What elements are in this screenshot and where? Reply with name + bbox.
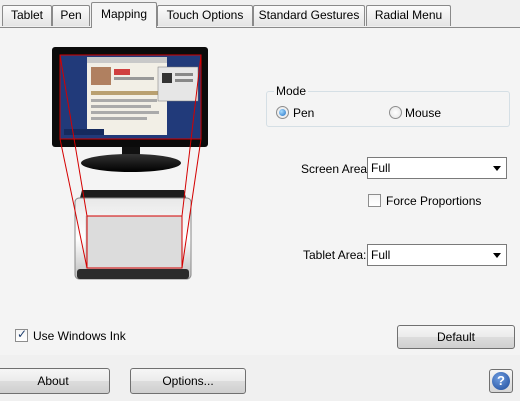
mode-pen-radio[interactable]: [276, 106, 289, 119]
use-windows-ink-label[interactable]: Use Windows Ink: [33, 329, 126, 343]
tablet-icon: [74, 190, 192, 280]
tab-tablet[interactable]: Tablet: [2, 5, 52, 26]
tablet-area-value: Full: [371, 248, 391, 262]
force-proportions-label[interactable]: Force Proportions: [386, 194, 481, 208]
mapping-illustration: [52, 47, 208, 280]
tab-standard-gestures[interactable]: Standard Gestures: [253, 5, 365, 26]
tab-pen[interactable]: Pen: [52, 5, 90, 26]
monitor-icon: [52, 47, 208, 172]
force-proportions-checkbox[interactable]: [368, 194, 381, 207]
options-button[interactable]: Options...: [130, 368, 246, 394]
tab-touch-options[interactable]: Touch Options: [157, 5, 253, 26]
tablet-area-select[interactable]: Full: [367, 244, 507, 266]
screen-area-label: Screen Area:: [301, 162, 371, 176]
chevron-down-icon: [493, 253, 501, 258]
mode-mouse-label[interactable]: Mouse: [405, 106, 441, 120]
tab-bar: Tablet Pen Mapping Touch Options Standar…: [0, 0, 520, 28]
about-button[interactable]: About: [0, 368, 110, 394]
help-button[interactable]: ?: [489, 369, 513, 393]
mode-pen-label[interactable]: Pen: [293, 106, 314, 120]
tablet-area-label: Tablet Area:: [303, 248, 367, 262]
help-icon: ?: [492, 372, 510, 390]
screen-area-select[interactable]: Full: [367, 157, 507, 179]
use-windows-ink-checkbox[interactable]: [15, 327, 28, 342]
tab-mapping[interactable]: Mapping: [91, 2, 157, 28]
chevron-down-icon: [493, 166, 501, 171]
tab-radial-menu[interactable]: Radial Menu: [366, 5, 451, 26]
mode-mouse-radio[interactable]: [389, 106, 402, 119]
default-button[interactable]: Default: [397, 325, 515, 349]
mode-title: Mode: [274, 84, 309, 98]
screen-area-value: Full: [371, 161, 391, 175]
